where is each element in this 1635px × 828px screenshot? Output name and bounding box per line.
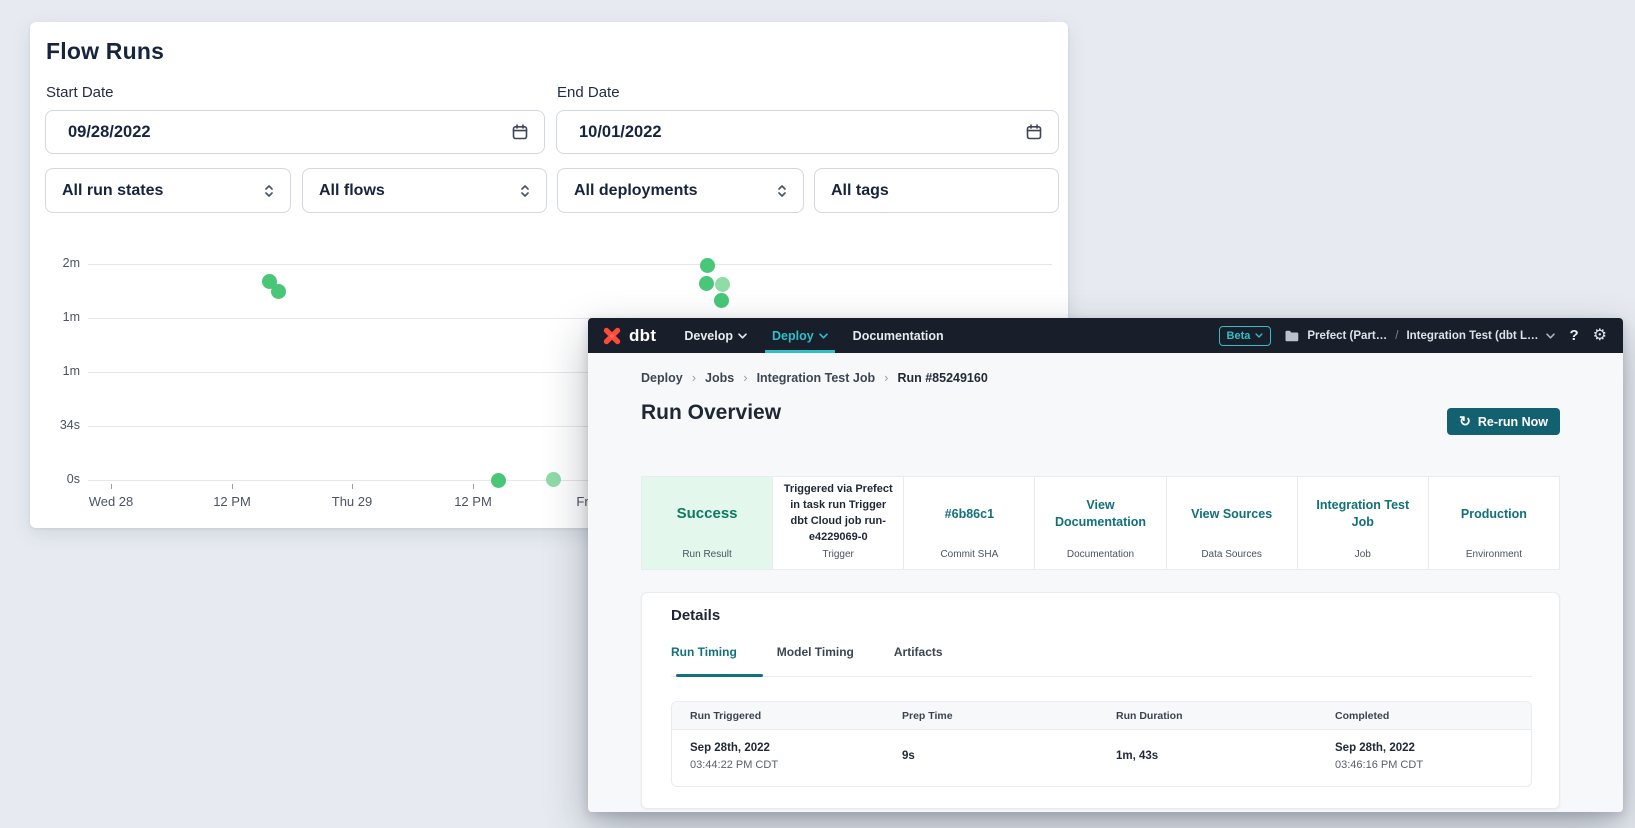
breadcrumb-run-number: Run #85249160 — [897, 371, 987, 385]
completed-cell: Sep 28th, 2022 03:46:16 PM CDT — [1317, 740, 1531, 774]
column-run-triggered: Run Triggered — [672, 710, 884, 722]
breadcrumb-job-name[interactable]: Integration Test Job — [757, 371, 876, 385]
environment-caption: Environment — [1429, 549, 1559, 560]
run-overview-title: Run Overview — [641, 401, 781, 425]
flow-run-data-point[interactable] — [491, 473, 506, 488]
table-header-row: Run Triggered Prep Time Run Duration Com… — [672, 702, 1531, 730]
flow-run-data-point[interactable] — [700, 258, 715, 273]
chart-gridline — [88, 264, 1052, 265]
data-sources-caption: Data Sources — [1167, 549, 1297, 560]
dbt-content: Deploy › Jobs › Integration Test Job › R… — [588, 353, 1623, 812]
dbt-logo-icon — [601, 325, 623, 347]
commit-sha-caption: Commit SHA — [904, 549, 1034, 560]
y-axis-tick-label: 1m — [30, 364, 80, 378]
flow-run-data-point[interactable] — [546, 472, 561, 487]
x-axis-tick-label: Wed 28 — [66, 494, 156, 509]
account-project-switcher[interactable]: Prefect (Part… / Integration Test (dbt L… — [1285, 330, 1555, 342]
flow-run-data-point[interactable] — [699, 276, 714, 291]
y-axis-tick-label: 0s — [30, 472, 80, 486]
dbt-logo[interactable]: dbt — [601, 325, 656, 347]
view-documentation-link[interactable]: View Documentation — [1043, 497, 1157, 531]
status-cell-documentation: View Documentation Documentation — [1034, 477, 1165, 569]
run-timing-table: Run Triggered Prep Time Run Duration Com… — [671, 701, 1532, 787]
breadcrumb-separator: › — [692, 370, 696, 385]
status-cell-data-sources: View Sources Data Sources — [1166, 477, 1297, 569]
tab-artifacts[interactable]: Artifacts — [894, 645, 943, 659]
run-duration-cell: 1m, 43s — [1098, 748, 1317, 765]
status-cell-environment: Production Environment — [1428, 477, 1559, 569]
run-result-caption: Run Result — [642, 549, 772, 560]
status-cell-job: Integration Test Job Job — [1297, 477, 1428, 569]
rerun-now-button[interactable]: ↻ Re-run Now — [1447, 408, 1560, 435]
details-tabs: Run Timing Model Timing Artifacts — [671, 645, 943, 659]
navbar-right-cluster: Beta Prefect (Part… / Integration Test (… — [1219, 326, 1607, 346]
status-cell-commit-sha: #6b86c1 Commit SHA — [903, 477, 1034, 569]
nav-item-deploy[interactable]: Deploy — [772, 318, 828, 353]
view-sources-link[interactable]: View Sources — [1191, 506, 1272, 523]
prep-time-cell: 9s — [884, 748, 1098, 765]
project-name: Prefect (Part… — [1307, 330, 1387, 342]
breadcrumb-separator: › — [743, 370, 747, 385]
environment-name: Integration Test (dbt L… — [1406, 330, 1538, 342]
path-separator: / — [1395, 330, 1398, 342]
x-axis-tick-label: 12 PM — [428, 494, 518, 509]
column-completed: Completed — [1317, 710, 1531, 722]
trigger-caption: Trigger — [773, 549, 903, 560]
trigger-value: Triggered via Prefect in task run Trigge… — [781, 482, 895, 546]
run-status-summary-row: Success Run Result Triggered via Prefect… — [641, 476, 1560, 570]
y-axis-tick-label: 2m — [30, 256, 80, 270]
chevron-down-icon — [738, 333, 747, 339]
breadcrumb-jobs[interactable]: Jobs — [705, 371, 734, 385]
chevron-down-icon — [1546, 333, 1555, 339]
flow-run-data-point[interactable] — [714, 293, 729, 308]
beta-dropdown[interactable]: Beta — [1219, 326, 1272, 346]
table-row: Sep 28th, 2022 03:44:22 PM CDT 9s 1m, 43… — [672, 730, 1531, 786]
job-link[interactable]: Integration Test Job — [1306, 497, 1420, 531]
y-axis-tick-label: 1m — [30, 310, 80, 324]
active-tab-underline — [676, 674, 763, 677]
x-axis-tick-mark — [473, 484, 474, 489]
flow-run-data-point[interactable] — [271, 284, 286, 299]
details-card: Details Run Timing Model Timing Artifact… — [641, 592, 1560, 809]
status-cell-run-result: Success Run Result — [642, 477, 772, 569]
status-cell-trigger: Triggered via Prefect in task run Trigge… — [772, 477, 903, 569]
x-axis-tick-label: 12 PM — [187, 494, 277, 509]
x-axis-tick-label: Thu 29 — [307, 494, 397, 509]
breadcrumb: Deploy › Jobs › Integration Test Job › R… — [641, 370, 988, 385]
breadcrumb-deploy[interactable]: Deploy — [641, 371, 683, 385]
dbt-navbar: dbt Develop Deploy Documentation Beta Pr… — [588, 318, 1623, 353]
y-axis-tick-label: 34s — [30, 418, 80, 432]
run-result-value: Success — [677, 504, 738, 524]
breadcrumb-separator: › — [884, 370, 888, 385]
refresh-icon: ↻ — [1459, 413, 1471, 430]
environment-link[interactable]: Production — [1461, 506, 1527, 523]
x-axis-tick-mark — [352, 484, 353, 489]
tab-run-timing[interactable]: Run Timing — [671, 645, 737, 659]
x-axis-tick-mark — [111, 484, 112, 489]
flow-run-data-point[interactable] — [715, 277, 730, 292]
column-run-duration: Run Duration — [1098, 710, 1317, 722]
run-triggered-cell: Sep 28th, 2022 03:44:22 PM CDT — [672, 740, 884, 774]
x-axis-tick-mark — [232, 484, 233, 489]
details-title: Details — [671, 607, 720, 624]
chevron-down-icon — [819, 333, 828, 339]
dbt-cloud-window: dbt Develop Deploy Documentation Beta Pr… — [588, 318, 1623, 812]
nav-item-documentation[interactable]: Documentation — [853, 318, 944, 353]
chevron-down-icon — [1255, 333, 1263, 338]
folder-icon — [1285, 330, 1299, 342]
dbt-brand-text: dbt — [629, 326, 656, 346]
tabs-divider — [671, 676, 1532, 677]
column-prep-time: Prep Time — [884, 710, 1098, 722]
tab-model-timing[interactable]: Model Timing — [777, 645, 854, 659]
documentation-caption: Documentation — [1035, 549, 1165, 560]
job-caption: Job — [1298, 549, 1428, 560]
commit-sha-link[interactable]: #6b86c1 — [945, 506, 994, 523]
gear-icon[interactable]: ⚙ — [1593, 328, 1607, 344]
nav-item-develop[interactable]: Develop — [684, 318, 747, 353]
help-icon[interactable]: ? — [1569, 327, 1578, 344]
